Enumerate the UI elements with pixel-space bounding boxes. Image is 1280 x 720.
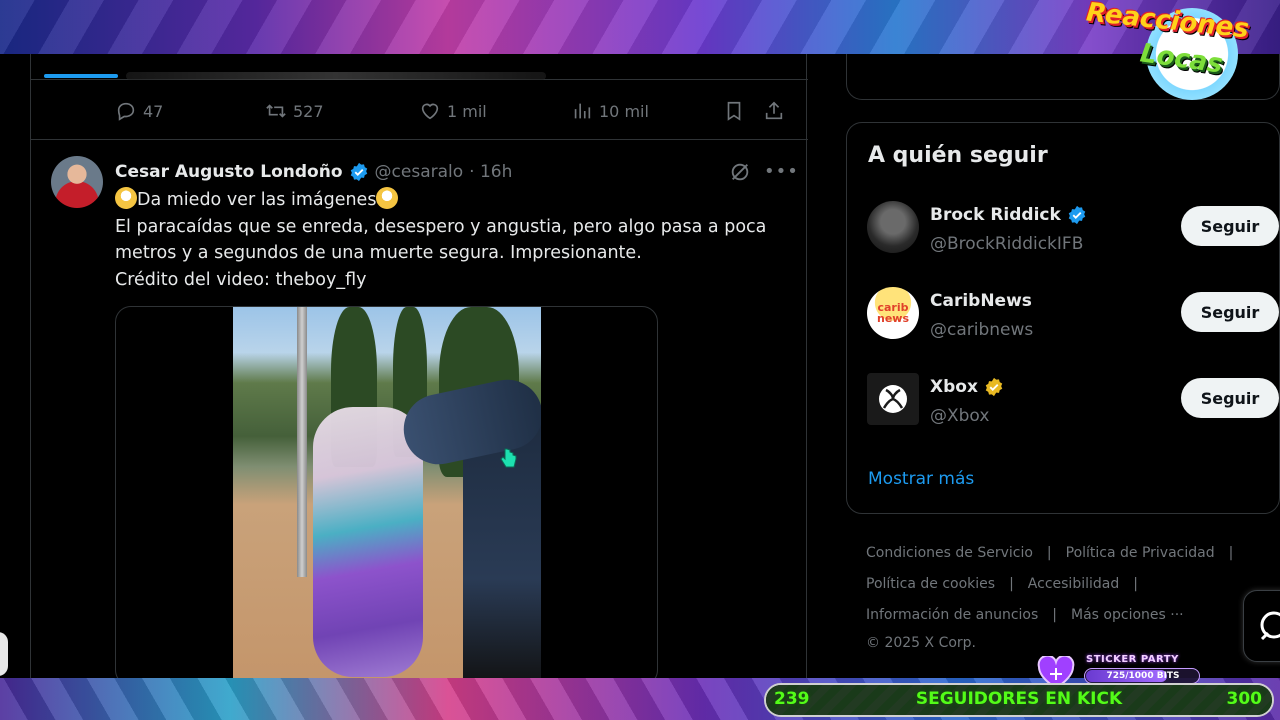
views-icon: [574, 103, 591, 119]
accessibility-link[interactable]: Accesibilidad: [1028, 569, 1119, 600]
account-name[interactable]: Brock Riddick: [930, 205, 1061, 225]
bookmark-icon: [727, 101, 741, 121]
avatar[interactable]: [867, 201, 919, 253]
account-name[interactable]: Xbox: [930, 377, 978, 397]
grok-icon: [1260, 611, 1280, 641]
privacy-link[interactable]: Política de Privacidad: [1066, 538, 1215, 569]
twitter-screen: 47 527 1 mil 10 mil Cesar Augusto Londoñ…: [0, 54, 1280, 678]
kick-goal-count: 300: [1226, 689, 1263, 709]
account-handle: @caribnews: [930, 320, 1034, 340]
tweet[interactable]: Cesar Augusto Londoño @cesaralo · 16h ••…: [31, 140, 808, 678]
kick-goal-label: SEGUIDORES EN KICK: [915, 689, 1123, 709]
tangled-parachute: [313, 407, 423, 677]
ads-info-link[interactable]: Información de anuncios: [866, 600, 1038, 631]
tweet-header: Cesar Augusto Londoño @cesaralo · 16h: [115, 162, 512, 182]
divider: |: [1133, 576, 1138, 592]
divider: |: [1046, 545, 1052, 561]
author-handle[interactable]: @cesaralo: [375, 162, 464, 182]
tweet-line-4: Crédito del video: theboy_fly: [115, 269, 367, 290]
kick-followers-goal-bar: 239 SEGUIDORES EN KICK 300: [764, 683, 1274, 717]
divider: |: [1009, 576, 1014, 592]
follow-button[interactable]: Seguir: [1181, 206, 1279, 246]
share-button[interactable]: [763, 100, 785, 122]
grok-icon[interactable]: [729, 161, 751, 183]
account-name-row: CaribNews: [930, 291, 1032, 311]
side-scroll-handle[interactable]: [0, 632, 8, 676]
more-options-icon[interactable]: •••: [764, 161, 798, 183]
avatar[interactable]: [51, 156, 103, 208]
grok-chat-button[interactable]: [1243, 590, 1280, 662]
scream-emoji-icon: [115, 187, 137, 209]
scream-emoji-icon: [376, 187, 399, 209]
tweet-line-1: Da miedo ver las imágenes: [137, 190, 377, 210]
views-button[interactable]: 10 mil: [571, 100, 649, 122]
video-progress-bar[interactable]: [44, 74, 118, 78]
avatar[interactable]: [867, 373, 919, 425]
bookmark-button[interactable]: [723, 100, 745, 122]
tweet-line-3: metros y a segundos de una muerte segura…: [115, 243, 642, 263]
tweet-video[interactable]: [115, 306, 658, 678]
previous-media-strip: [31, 54, 808, 80]
sticker-progress-text: 725/1000 BITS: [1106, 671, 1180, 681]
previous-tweet-actions: 47 527 1 mil 10 mil: [31, 80, 808, 140]
sidebar-footer: Condiciones de Servicio | Política de Pri…: [866, 538, 1280, 655]
video-scrubber: [126, 72, 546, 80]
cookies-link[interactable]: Política de cookies: [866, 569, 995, 600]
copyright: © 2025 X Corp.: [866, 635, 977, 651]
channel-logo: Reacciones Locas: [1085, 0, 1278, 100]
author-name[interactable]: Cesar Augusto Londoño: [115, 162, 343, 182]
follow-suggestion[interactable]: carib news CaribNews @caribnews Seguir: [867, 287, 1279, 347]
terms-link[interactable]: Condiciones de Servicio: [866, 538, 1033, 569]
views-count: 10 mil: [599, 101, 649, 121]
follow-button[interactable]: Seguir: [1181, 378, 1279, 418]
reply-icon: [117, 102, 135, 121]
verified-badge-icon: [350, 162, 367, 182]
like-button[interactable]: 1 mil: [419, 100, 487, 122]
divider: |: [1228, 545, 1234, 561]
reply-count: 47: [143, 101, 164, 121]
show-more-link[interactable]: Mostrar más: [868, 469, 974, 489]
account-name-row: Brock Riddick: [930, 205, 1087, 225]
avatar[interactable]: carib news: [867, 287, 919, 339]
sticker-progress-bar: 725/1000 BITS: [1084, 668, 1200, 684]
share-icon: [765, 101, 783, 120]
account-name-row: Xbox: [930, 377, 1004, 397]
video-frame[interactable]: [233, 307, 541, 678]
reply-button[interactable]: 47: [115, 100, 163, 122]
xbox-logo-icon: [879, 385, 907, 413]
who-to-follow-panel: A quién seguir Brock Riddick @BrockRiddi…: [846, 122, 1280, 514]
tweet-line-2: El paracaídas que se enreda, desespero y…: [115, 216, 767, 237]
tweet-text: Da miedo ver las imágenes El paracaídas …: [115, 187, 785, 293]
hand-cursor-icon: [500, 448, 517, 468]
retweet-count: 527: [293, 101, 324, 121]
like-count: 1 mil: [447, 101, 487, 121]
sticker-title: STICKER PARTY: [1086, 654, 1179, 665]
heart-icon: [421, 103, 439, 120]
who-to-follow-title: A quién seguir: [868, 143, 1048, 168]
follow-suggestion[interactable]: Brock Riddick @BrockRiddickIFB Seguir: [867, 201, 1279, 261]
verified-badge-icon: [1068, 205, 1086, 225]
retweet-button[interactable]: 527: [265, 100, 324, 122]
divider: |: [1052, 607, 1058, 623]
gold-verified-badge-icon: [985, 377, 1003, 397]
account-handle: @BrockRiddickIFB: [930, 234, 1084, 254]
follow-button[interactable]: Seguir: [1181, 292, 1279, 332]
more-options-link[interactable]: Más opciones ···: [1071, 600, 1184, 631]
retweet-icon: [266, 104, 286, 118]
timeline-column: 47 527 1 mil 10 mil Cesar Augusto Londoñ…: [30, 54, 808, 678]
follow-suggestion[interactable]: Xbox @Xbox Seguir: [867, 373, 1279, 433]
account-handle: @Xbox: [930, 406, 990, 426]
tweet-time[interactable]: · 16h: [469, 162, 512, 182]
lamp-pole: [297, 307, 307, 577]
account-name[interactable]: CaribNews: [930, 291, 1032, 311]
